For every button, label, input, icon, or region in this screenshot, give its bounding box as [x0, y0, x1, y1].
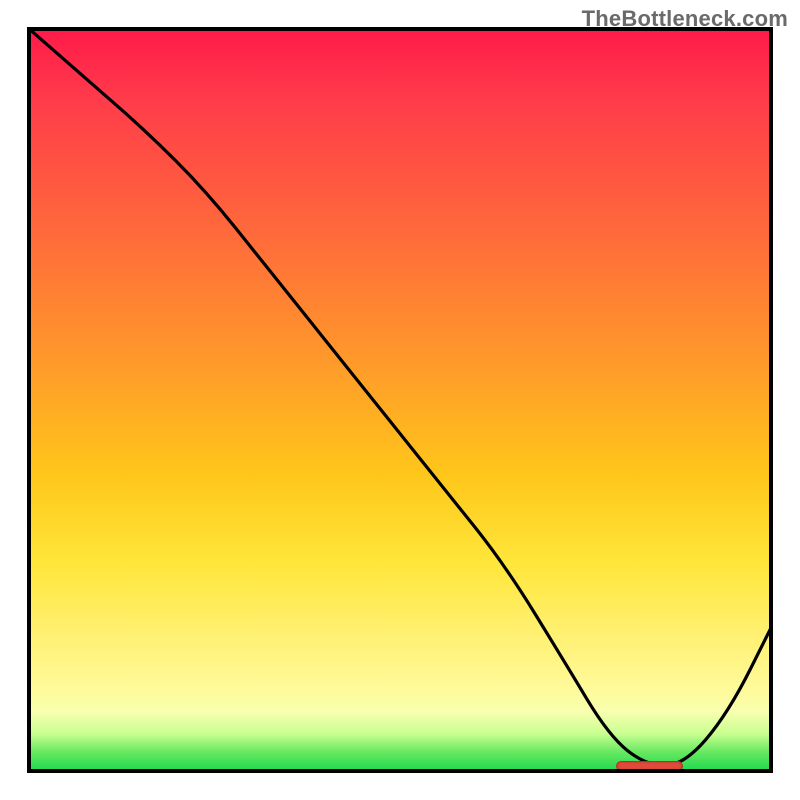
- plot-gradient-background: [29, 29, 771, 771]
- optimal-range-marker: [616, 761, 683, 771]
- chart-container: TheBottleneck.com: [0, 0, 800, 800]
- plot-area: [27, 27, 773, 773]
